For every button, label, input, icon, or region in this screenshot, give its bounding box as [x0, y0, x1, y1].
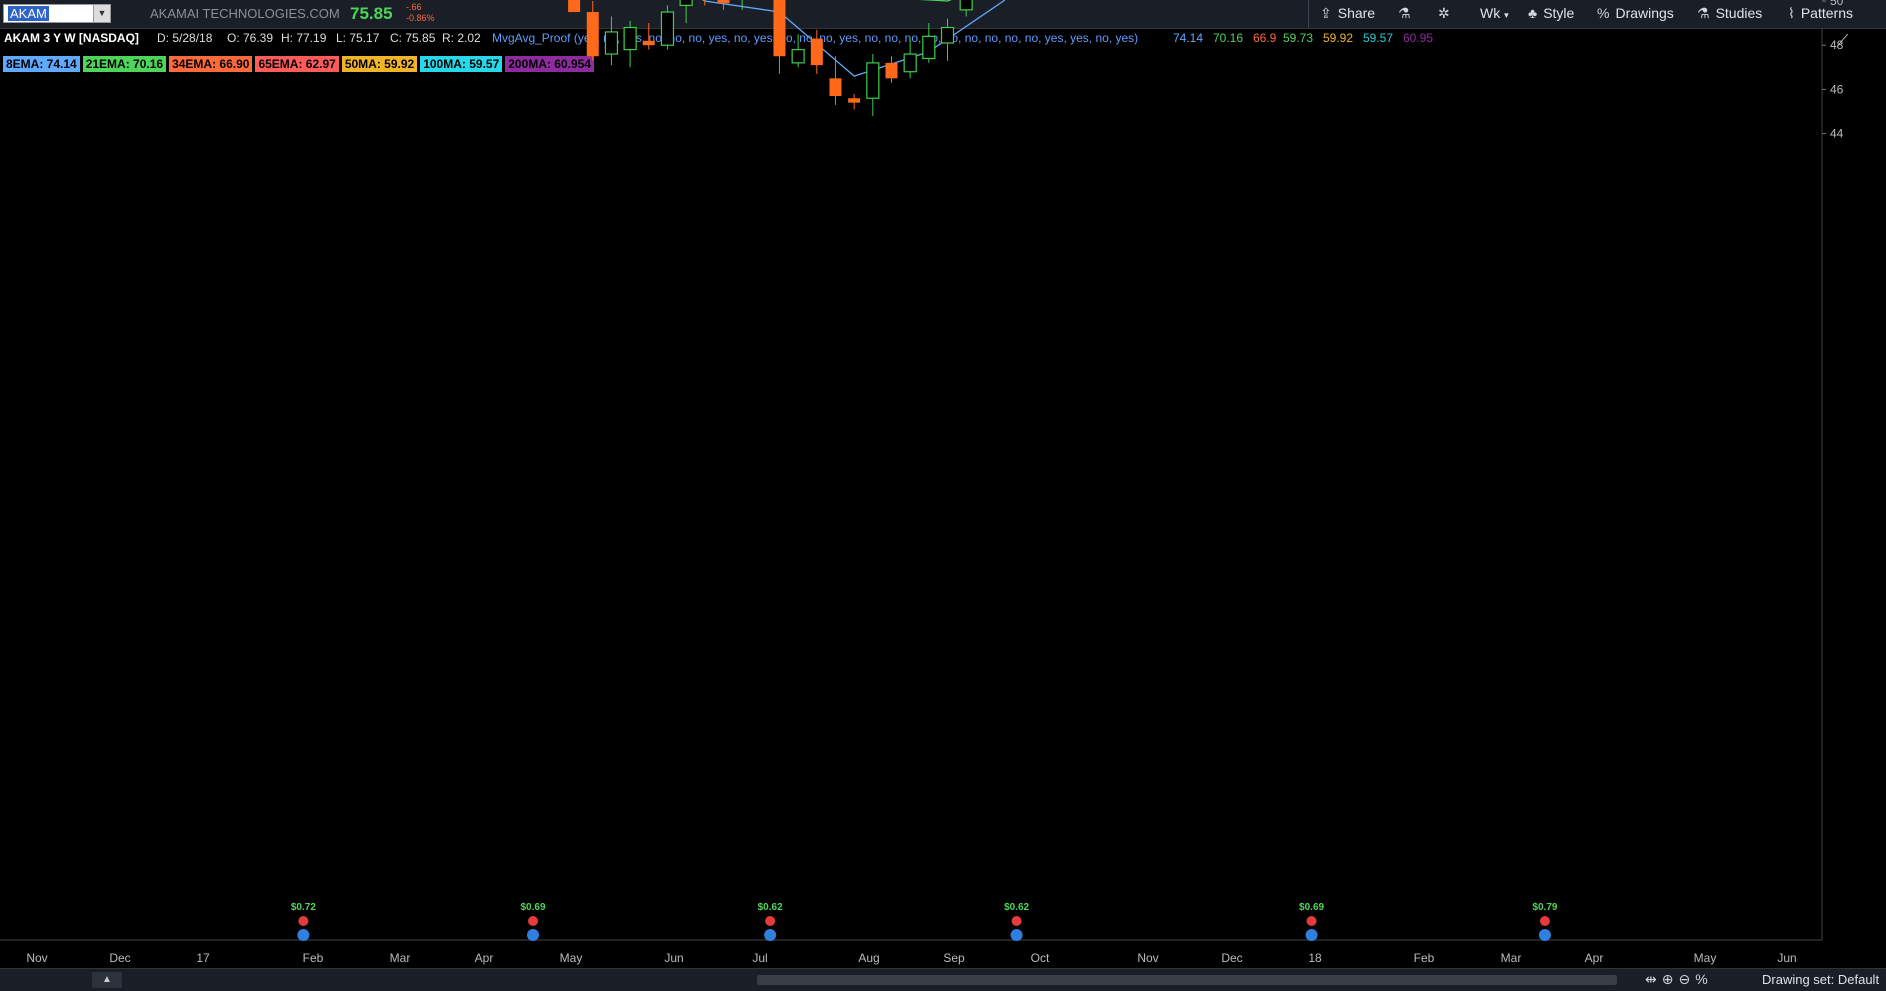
zoom-controls[interactable]: ⇹⊕⊖%	[1645, 971, 1713, 988]
collapse-button[interactable]: ▲	[92, 972, 122, 988]
series-line-21ema	[919, 0, 952, 2]
candle-body	[829, 78, 842, 97]
candle-body	[642, 40, 655, 46]
dividend-label: $0.69	[521, 902, 546, 913]
earnings-icon[interactable]	[765, 916, 776, 926]
earnings-icon[interactable]	[528, 916, 539, 926]
x-tick-label: Dec	[109, 951, 130, 965]
dividend-icon[interactable]	[1010, 929, 1023, 941]
y-tick-label: 44	[1830, 127, 1844, 141]
candle-body	[586, 12, 599, 57]
x-tick-label: 18	[1308, 951, 1322, 965]
time-scrollbar[interactable]	[757, 975, 1617, 985]
dividend-icon[interactable]	[1305, 929, 1318, 941]
x-tick-label: Mar	[390, 951, 411, 965]
bottom-bar: ▲ ⇹⊕⊖% Drawing set: Default	[0, 968, 1886, 991]
dividend-label: $0.62	[1004, 902, 1029, 913]
x-tick-label: Apr	[475, 951, 494, 965]
drawing-tool-icon[interactable]: ⟋	[1837, 31, 1849, 50]
earnings-icon[interactable]	[298, 916, 309, 926]
candle-body	[604, 31, 619, 55]
candle-body	[848, 98, 861, 103]
candle-body	[773, 0, 786, 57]
series-line-8ema	[701, 0, 1006, 77]
candle-body	[940, 26, 955, 44]
x-tick-label: Apr	[1585, 951, 1604, 965]
candle-body	[866, 62, 880, 99]
candle-body	[959, 0, 973, 11]
candle-body	[717, 0, 730, 4]
x-tick-label: Mar	[1501, 951, 1522, 965]
x-tick-label: 17	[196, 951, 210, 965]
x-tick-label: Nov	[26, 951, 47, 965]
x-tick-label: Jun	[664, 951, 683, 965]
x-tick-label: Jul	[752, 951, 767, 965]
x-tick-label: May	[560, 951, 583, 965]
y-tick-label: 50	[1830, 0, 1844, 8]
dividend-icon[interactable]	[527, 929, 540, 941]
x-tick-label: May	[1694, 951, 1717, 965]
x-tick-label: Oct	[1031, 951, 1050, 965]
x-tick-label: Jun	[1777, 951, 1796, 965]
candle-body	[660, 11, 675, 46]
x-tick-label: Sep	[943, 951, 965, 965]
dividend-icon[interactable]	[764, 929, 777, 941]
dividend-label: $0.62	[758, 902, 783, 913]
price-chart[interactable]: 4446485052545658626466687276788082NovDec…	[0, 0, 1886, 968]
earnings-icon[interactable]	[1539, 916, 1550, 926]
x-tick-label: Nov	[1137, 951, 1158, 965]
candle-body	[679, 0, 693, 7]
x-tick-label: Feb	[1414, 951, 1435, 965]
dividend-label: $0.79	[1532, 902, 1557, 913]
x-tick-label: Feb	[303, 951, 324, 965]
drawing-set-label[interactable]: Drawing set: Default	[1762, 972, 1879, 987]
candle-body	[885, 62, 898, 79]
candle-body	[623, 26, 637, 51]
dividend-label: $0.72	[291, 902, 316, 913]
candle-body	[810, 38, 823, 66]
earnings-icon[interactable]	[1306, 916, 1317, 926]
earnings-icon[interactable]	[1011, 916, 1022, 926]
x-tick-label: Aug	[858, 951, 879, 965]
y-tick-label: 46	[1830, 82, 1844, 96]
dividend-label: $0.69	[1299, 902, 1324, 913]
candle-body	[568, 0, 581, 13]
dividend-icon[interactable]	[1538, 929, 1551, 941]
candle-body	[922, 35, 936, 60]
dividend-icon[interactable]	[297, 929, 310, 941]
candle-body	[903, 53, 917, 73]
candle-body	[791, 49, 805, 64]
x-tick-label: Dec	[1221, 951, 1242, 965]
